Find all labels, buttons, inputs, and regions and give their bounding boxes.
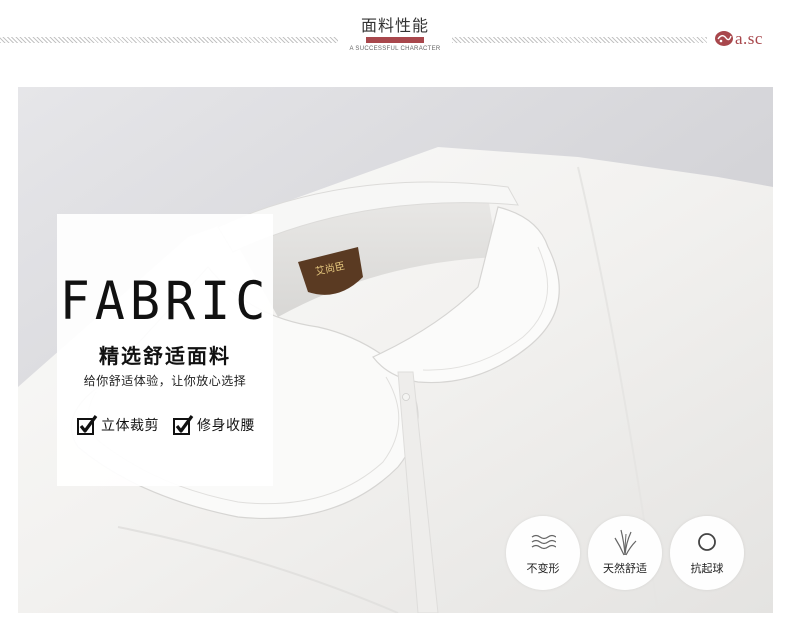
- header-divider-right: [452, 37, 707, 43]
- property-badge-no-deformation: 不变形: [506, 516, 580, 590]
- checkbox-checked-icon: [173, 415, 194, 435]
- header-divider-left: [0, 37, 338, 43]
- section-title-underline: [366, 37, 424, 43]
- brand-emblem-icon: [715, 31, 733, 46]
- property-badge-natural-comfort: 天然舒适: [588, 516, 662, 590]
- section-title: 面料性能: [360, 16, 429, 35]
- feature-item: 修身收腰: [172, 413, 255, 437]
- card-title: FABRIC: [59, 270, 271, 332]
- property-badge-anti-pilling: 抗起球: [670, 516, 744, 590]
- card-subtitle: 精选舒适面料: [99, 344, 231, 368]
- feature-label: 修身收腰: [197, 418, 255, 434]
- checkbox-checked-icon: [77, 415, 98, 435]
- property-label: 抗起球: [690, 562, 724, 575]
- property-label: 天然舒适: [603, 562, 647, 575]
- grass-icon: [614, 529, 637, 556]
- waves-icon: [531, 534, 556, 550]
- card-description: 给你舒适体验，让你放心选择: [83, 374, 247, 388]
- brand-logo: a.sc: [714, 28, 784, 50]
- fabric-info-card: FABRIC 精选舒适面料 给你舒适体验，让你放心选择 立体裁剪 修身收腰: [57, 214, 273, 486]
- circle-icon: [698, 533, 716, 551]
- feature-label: 立体裁剪: [101, 418, 159, 434]
- feature-item: 立体裁剪: [76, 413, 159, 437]
- property-label: 不变形: [526, 562, 560, 575]
- section-subtitle: A SUCCESSFUL CHARACTER: [349, 46, 441, 52]
- brand-name: a.sc: [735, 29, 763, 48]
